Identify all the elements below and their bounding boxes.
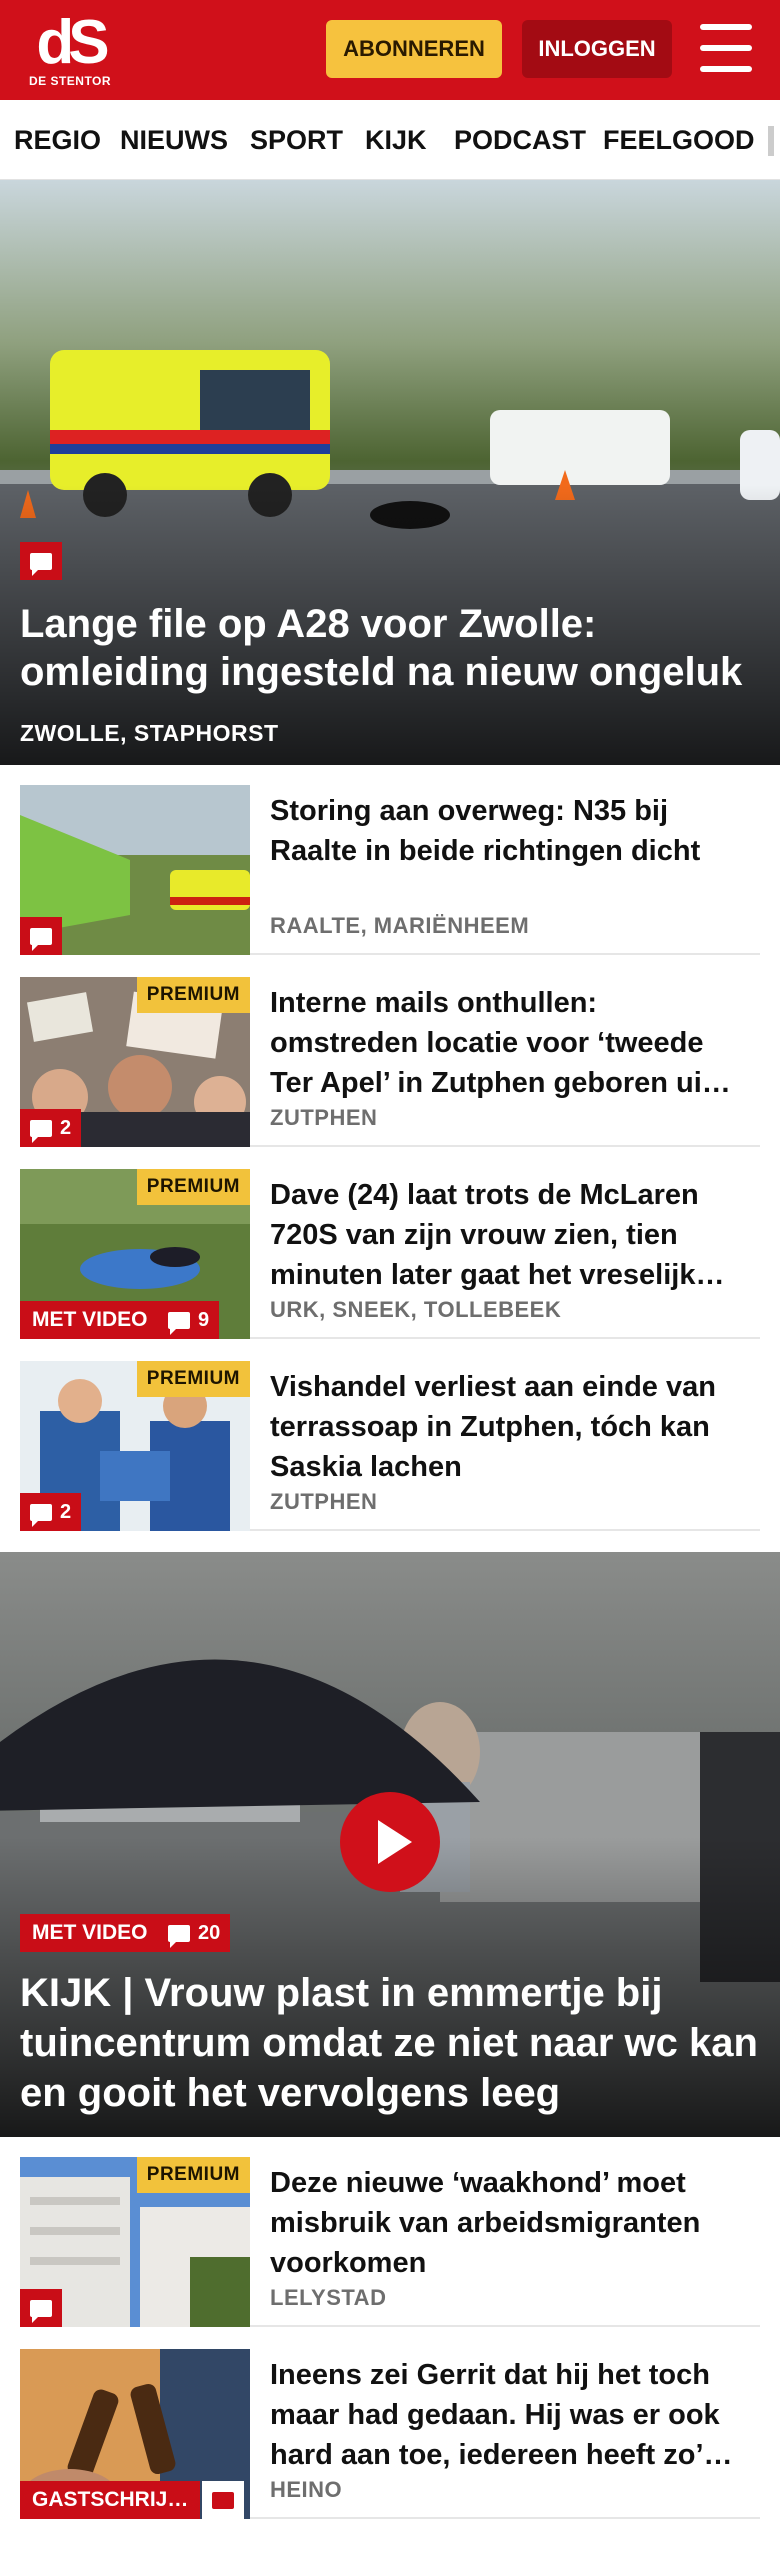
comment-badge: [20, 917, 62, 955]
comment-badge: 9: [158, 1301, 220, 1339]
article-title[interactable]: Storing aan overweg: N35 bij Raalte in b…: [270, 791, 740, 871]
comment-icon: [30, 552, 52, 576]
article-location: URK, SNEEK, TOLLEBEEK: [270, 1297, 562, 1322]
premium-badge: PREMIUM: [136, 977, 250, 1013]
section-nav: REGIO NIEUWS SPORT KIJK PODCAST FEELGOOD: [0, 100, 780, 180]
article-title[interactable]: Ineens zei Gerrit dat hij het toch maar …: [270, 2355, 740, 2475]
article-row[interactable]: PREMIUM 2 Interne mails onthullen: omstr…: [20, 977, 760, 1147]
premium-badge: PREMIUM: [136, 1169, 250, 1205]
site-logo[interactable]: dS DE STENTOR: [28, 8, 112, 89]
site-header: dS DE STENTOR ABONNEREN INLOGGEN: [0, 0, 780, 100]
comment-badge: [202, 2481, 244, 2519]
menu-icon[interactable]: [700, 24, 752, 72]
article-location: LELYSTAD: [270, 2285, 387, 2310]
article-row[interactable]: PREMIUM MET VIDEO 9 Dave (24) laat trots…: [20, 1169, 760, 1339]
comment-icon: [30, 2299, 52, 2323]
comment-count: 20: [198, 1921, 221, 1944]
nav-item-sport[interactable]: SPORT: [250, 100, 343, 179]
article-thumbnail: [20, 785, 250, 955]
article-thumbnail: PREMIUM 2: [20, 1361, 250, 1531]
comment-icon: [168, 1924, 190, 1948]
comment-count: 2: [60, 1116, 72, 1139]
comment-icon: [30, 927, 52, 951]
premium-badge: PREMIUM: [136, 2157, 250, 2193]
comment-icon: [212, 2491, 234, 2515]
comment-badge: 2: [20, 1493, 82, 1531]
logo-mark: dS: [36, 8, 109, 77]
comment-badge: [20, 542, 62, 580]
comment-icon: [30, 1503, 52, 1527]
login-button[interactable]: INLOGGEN: [522, 20, 672, 78]
hero-location: ZWOLLE, STAPHORST: [20, 720, 279, 746]
article-location: HEINO: [270, 2477, 343, 2502]
article-title[interactable]: Vishandel verliest aan einde van terrass…: [270, 1367, 740, 1487]
article-thumbnail: PREMIUM: [20, 2157, 250, 2327]
comment-badge: [20, 2289, 62, 2327]
comment-icon: [168, 1311, 190, 1335]
hero-article[interactable]: Lange file op A28 voor Zwolle: omleiding…: [0, 180, 780, 765]
comment-count: 9: [198, 1308, 210, 1331]
play-icon[interactable]: [340, 1792, 440, 1892]
article-title[interactable]: Dave (24) laat trots de McLaren 720S van…: [270, 1175, 740, 1295]
nav-item-podcast[interactable]: PODCAST: [454, 100, 586, 179]
nav-item-kijk[interactable]: KIJK: [365, 100, 427, 179]
nav-item-regio[interactable]: REGIO: [14, 100, 101, 179]
article-location: ZUTPHEN: [270, 1489, 378, 1514]
logo-subtitle: DE STENTOR: [28, 74, 112, 88]
article-location: ZUTPHEN: [270, 1105, 378, 1130]
subscribe-button[interactable]: ABONNEREN: [326, 20, 502, 78]
nav-overflow-indicator: [768, 126, 774, 156]
article-title[interactable]: Interne mails onthullen: omstreden locat…: [270, 983, 740, 1103]
article-thumbnail: PREMIUM 2: [20, 977, 250, 1147]
article-row[interactable]: PREMIUM 2 Vishandel verliest aan einde v…: [20, 1361, 760, 1531]
hero-title[interactable]: Lange file op A28 voor Zwolle: omleiding…: [20, 600, 760, 696]
video-badge: MET VIDEO: [20, 1914, 160, 1952]
article-row[interactable]: PREMIUM Deze nieuwe ‘waakhond’ moet misb…: [20, 2157, 760, 2327]
article-row[interactable]: Storing aan overweg: N35 bij Raalte in b…: [20, 785, 760, 955]
comment-count: 2: [60, 1500, 72, 1523]
article-row[interactable]: GASTSCHRIJ… Ineens zei Gerrit dat hij he…: [20, 2349, 760, 2519]
nav-item-feelgood[interactable]: FEELGOOD: [603, 100, 755, 179]
comment-icon: [30, 1119, 52, 1143]
article-title[interactable]: Deze nieuwe ‘waakhond’ moet misbruik van…: [270, 2163, 740, 2283]
article-thumbnail: PREMIUM MET VIDEO 9: [20, 1169, 250, 1339]
comment-badge: 20: [158, 1914, 231, 1952]
premium-badge: PREMIUM: [136, 1361, 250, 1397]
guest-writer-badge: GASTSCHRIJ…: [20, 2481, 201, 2519]
article-thumbnail: GASTSCHRIJ…: [20, 2349, 250, 2519]
nav-item-nieuws[interactable]: NIEUWS: [120, 100, 228, 179]
article-location: RAALTE, MARIËNHEEM: [270, 913, 530, 938]
comment-badge: 2: [20, 1109, 82, 1147]
video-badge: MET VIDEO: [20, 1301, 160, 1339]
video-hero-title[interactable]: KIJK | Vrouw plast in emmertje bij tuinc…: [20, 1968, 760, 2118]
